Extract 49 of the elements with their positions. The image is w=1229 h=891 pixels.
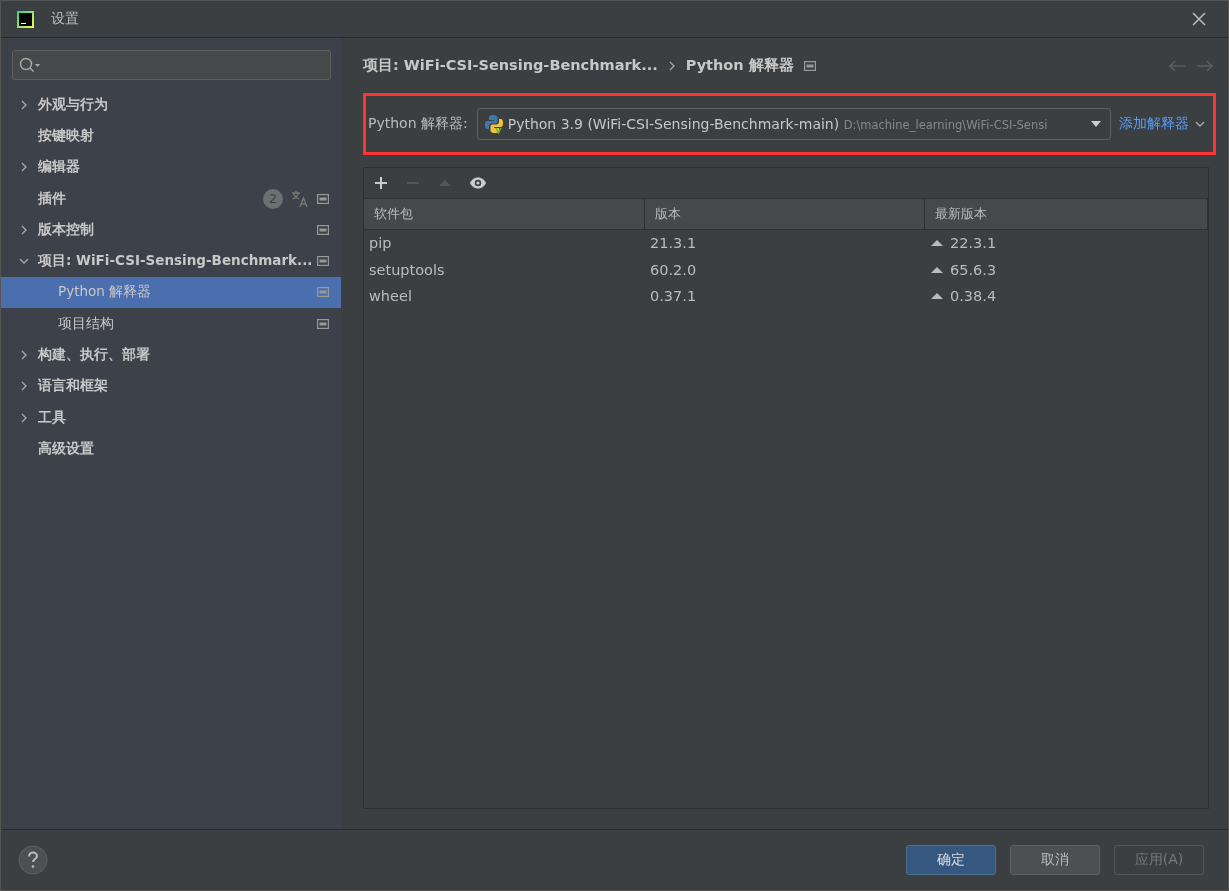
sidebar-item[interactable]: 外观与行为 xyxy=(1,89,341,121)
interpreter-dropdown[interactable]: Python 3.9 (WiFi-CSI-Sensing-Benchmark-main) D:\machine_learning\WiFi-CSI-Sensi xyxy=(476,108,1111,140)
sidebar-item[interactable]: 编辑器 xyxy=(1,151,341,183)
table-cell-text: 0.37.1 xyxy=(649,288,698,305)
table-cell-text: 60.2.0 xyxy=(649,261,698,278)
dialog-button[interactable]: 取消 xyxy=(1010,845,1100,875)
dialog-button[interactable]: 确定 xyxy=(906,845,996,875)
chevron-icon[interactable] xyxy=(19,162,29,173)
chevron-icon[interactable] xyxy=(19,350,29,360)
search-field[interactable] xyxy=(12,50,331,80)
add-interpreter-link[interactable]: 添加解释器 xyxy=(1119,115,1189,133)
project-scope-icon xyxy=(803,60,816,71)
breadcrumb-item: 项目: WiFi-CSI-Sensing-Benchmark... xyxy=(363,56,658,75)
sidebar-item[interactable]: 项目: WiFi-CSI-Sensing-Benchmark... xyxy=(1,245,341,277)
column-header[interactable]: 软件包 xyxy=(364,199,645,229)
sidebar-item[interactable]: 语言和框架 xyxy=(1,370,341,402)
python-icon xyxy=(483,114,504,134)
column-header[interactable]: 版本 xyxy=(645,199,925,229)
chevron-down-icon[interactable] xyxy=(1195,120,1205,128)
table-cell-text: setuptools xyxy=(368,261,446,278)
search-icon xyxy=(19,57,41,73)
table-cell-text: wheel xyxy=(368,288,413,305)
table-cell: 65.6.3 xyxy=(950,261,997,278)
sidebar-item[interactable]: Python 解释器 xyxy=(1,276,341,309)
chevron-icon xyxy=(667,60,676,71)
help-icon[interactable] xyxy=(18,845,48,875)
sidebar-item[interactable]: 按键映射 xyxy=(1,120,341,152)
table-cell-text: pip xyxy=(368,235,393,252)
app-logo-icon xyxy=(17,10,34,28)
sidebar-item[interactable]: 版本控制 xyxy=(1,214,341,246)
sidebar-item[interactable]: 构建、执行、部署 xyxy=(1,339,341,371)
close-icon[interactable] xyxy=(1192,12,1206,26)
chevron-icon[interactable] xyxy=(19,412,29,423)
chevron-icon[interactable] xyxy=(19,381,29,392)
dropdown-arrow-icon xyxy=(1090,120,1102,128)
window-title: 设置 xyxy=(51,10,79,28)
table-cell: 0.38.4 xyxy=(950,288,997,305)
interpreter-label: Python 解释器: xyxy=(368,115,468,133)
sidebar-item[interactable]: 高级设置 xyxy=(1,433,341,465)
sidebar-item[interactable]: 项目结构 xyxy=(1,308,341,340)
chevron-icon[interactable] xyxy=(19,99,29,110)
column-header[interactable]: 最新版本 xyxy=(925,199,1208,229)
breadcrumb-item: Python 解释器 xyxy=(685,56,794,75)
add-icon[interactable] xyxy=(373,175,389,191)
eye-icon[interactable] xyxy=(469,175,487,191)
sidebar-item[interactable]: 工具 xyxy=(1,401,341,434)
chevron-icon[interactable] xyxy=(19,224,29,235)
table-cell: 22.3.1 xyxy=(950,235,997,252)
table-cell-text: 21.3.1 xyxy=(649,235,698,252)
